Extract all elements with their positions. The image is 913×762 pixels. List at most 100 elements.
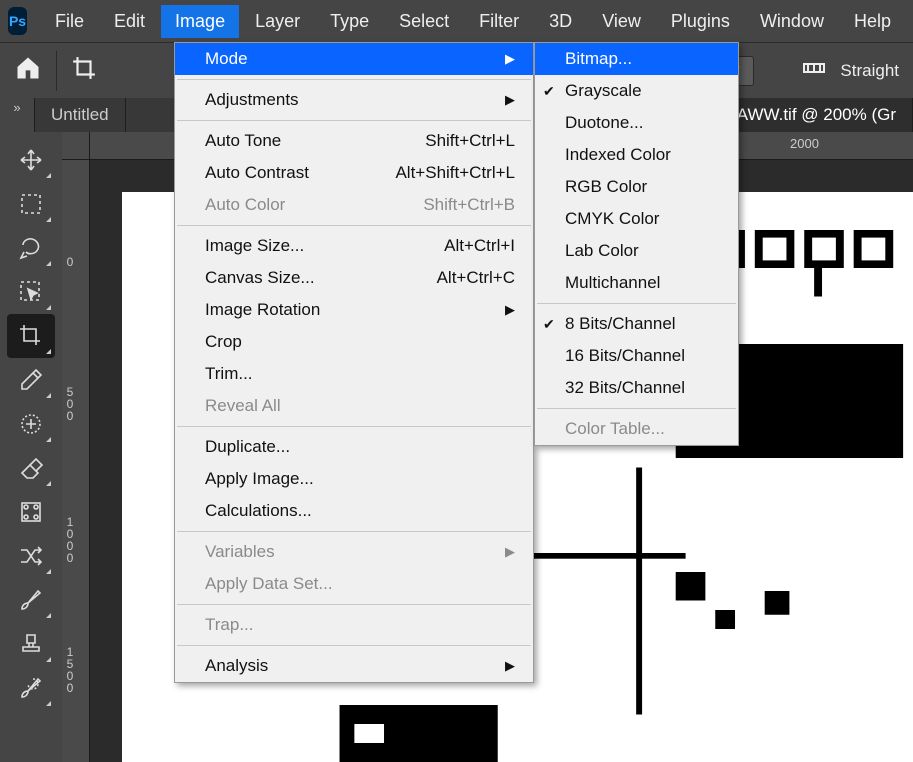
submenu-arrow-icon: ▶ — [465, 302, 515, 318]
image-menu-item: Variables▶ — [175, 536, 533, 568]
ruler-tick: 2000 — [790, 136, 819, 151]
submenu-arrow-icon: ▶ — [465, 92, 515, 108]
image-menu-item-label: Trim... — [205, 364, 253, 384]
mode-menu-item-label: Lab Color — [565, 241, 639, 261]
document-tab-label: Untitled — [51, 105, 109, 125]
move-tool[interactable] — [7, 138, 55, 182]
image-menu-separator — [177, 604, 531, 605]
eraser-tool[interactable] — [7, 446, 55, 490]
app-logo: Ps — [8, 7, 27, 35]
tool-strip — [0, 132, 62, 762]
image-menu-item[interactable]: Apply Image... — [175, 463, 533, 495]
image-menu-item[interactable]: Calculations... — [175, 495, 533, 527]
mode-menu-item[interactable]: Duotone... — [535, 107, 738, 139]
shortcut-label: Alt+Ctrl+I — [404, 236, 515, 256]
image-menu-item: Reveal All — [175, 390, 533, 422]
image-menu-item[interactable]: Mode▶ — [175, 43, 533, 75]
straighten-label[interactable]: Straight — [840, 61, 899, 81]
image-menu-item[interactable]: Analysis▶ — [175, 650, 533, 682]
healing-brush-tool[interactable] — [7, 402, 55, 446]
shortcut-label: Alt+Ctrl+C — [397, 268, 515, 288]
menu-3d[interactable]: 3D — [535, 5, 586, 38]
submenu-arrow-icon: ▶ — [465, 658, 515, 674]
mode-menu-item[interactable]: Bitmap... — [535, 43, 738, 75]
menu-window[interactable]: Window — [746, 5, 838, 38]
mode-menu-item-label: Multichannel — [565, 273, 660, 293]
image-menu-item-label: Image Rotation — [205, 300, 320, 320]
menu-view[interactable]: View — [588, 5, 655, 38]
mode-menu-separator — [537, 408, 736, 409]
home-icon[interactable] — [14, 54, 42, 87]
ruler-origin[interactable] — [62, 132, 90, 160]
history-brush-tool[interactable] — [7, 666, 55, 710]
image-menu-item-label: Canvas Size... — [205, 268, 315, 288]
eyedropper-tool[interactable] — [7, 358, 55, 402]
menu-image[interactable]: Image — [161, 5, 239, 38]
mode-menu-item[interactable]: 32 Bits/Channel — [535, 372, 738, 404]
crop-tool[interactable] — [7, 314, 55, 358]
mode-menu-item[interactable]: CMYK Color — [535, 203, 738, 235]
menu-select[interactable]: Select — [385, 5, 463, 38]
ruler-vertical[interactable]: 0 500 1000 1500 — [62, 160, 90, 762]
image-menu-item[interactable]: Canvas Size... Alt+Ctrl+C — [175, 262, 533, 294]
object-select-tool[interactable] — [7, 270, 55, 314]
menu-filter[interactable]: Filter — [465, 5, 533, 38]
image-menu-separator — [177, 79, 531, 80]
mode-menu-item-label: RGB Color — [565, 177, 647, 197]
image-menu-item-label: Auto Tone — [205, 131, 281, 151]
image-menu-item-label: Apply Image... — [205, 469, 314, 489]
panel-expand-handle[interactable]: » — [0, 98, 35, 132]
image-menu-item-label: Crop — [205, 332, 242, 352]
menu-file[interactable]: File — [41, 5, 98, 38]
mode-menu-item[interactable]: RGB Color — [535, 171, 738, 203]
check-icon: ✔ — [543, 83, 555, 100]
menubar: Ps FileEditImageLayerTypeSelectFilter3DV… — [0, 0, 913, 42]
image-menu-separator — [177, 426, 531, 427]
menu-edit[interactable]: Edit — [100, 5, 159, 38]
mode-menu-item[interactable]: Lab Color — [535, 235, 738, 267]
brush-tool[interactable] — [7, 578, 55, 622]
image-menu-item-label: Duplicate... — [205, 437, 290, 457]
lasso-tool[interactable] — [7, 226, 55, 270]
image-menu-item-label: Auto Color — [205, 195, 285, 215]
document-tab[interactable]: Untitled — [35, 98, 126, 132]
image-menu-item[interactable]: Auto ToneShift+Ctrl+L — [175, 125, 533, 157]
image-menu-item[interactable]: Image Size...Alt+Ctrl+I — [175, 230, 533, 262]
image-menu-item: Trap... — [175, 609, 533, 641]
image-menu-item-label: Apply Data Set... — [205, 574, 333, 594]
image-menu-item[interactable]: Trim... — [175, 358, 533, 390]
marquee-tool[interactable] — [7, 182, 55, 226]
menu-type[interactable]: Type — [316, 5, 383, 38]
image-menu-item[interactable]: Duplicate... — [175, 431, 533, 463]
image-menu-item[interactable]: Adjustments ▶ — [175, 84, 533, 116]
check-icon: ✔ — [543, 316, 555, 333]
menu-plugins[interactable]: Plugins — [657, 5, 744, 38]
image-menu-separator — [177, 120, 531, 121]
mode-menu-item[interactable]: ✔8 Bits/Channel — [535, 308, 738, 340]
shortcut-label: Shift+Ctrl+B — [383, 195, 515, 215]
menu-layer[interactable]: Layer — [241, 5, 314, 38]
mode-menu-item[interactable]: 16 Bits/Channel — [535, 340, 738, 372]
image-menu-separator — [177, 645, 531, 646]
image-menu-item[interactable]: Crop — [175, 326, 533, 358]
shuffle-tool[interactable] — [7, 534, 55, 578]
image-menu-item-label: Reveal All — [205, 396, 281, 416]
mode-menu-item-label: CMYK Color — [565, 209, 659, 229]
mode-menu-item[interactable]: Indexed Color — [535, 139, 738, 171]
image-menu-item[interactable]: Auto ContrastAlt+Shift+Ctrl+L — [175, 157, 533, 189]
image-menu-item: Auto Color Shift+Ctrl+B — [175, 189, 533, 221]
crop-icon[interactable] — [71, 55, 97, 86]
document-tab-active[interactable]: AWW.tif @ 200% (Gr — [720, 98, 913, 132]
image-menu-item-label: Trap... — [205, 615, 254, 635]
frame-tool[interactable] — [7, 490, 55, 534]
mode-menu-item-label: Bitmap... — [565, 49, 632, 69]
mode-menu-item[interactable]: Multichannel — [535, 267, 738, 299]
mode-menu-item[interactable]: ✔ Grayscale — [535, 75, 738, 107]
stamp-tool[interactable] — [7, 622, 55, 666]
image-menu: Mode▶Adjustments▶Auto ToneShift+Ctrl+LAu… — [174, 42, 534, 683]
image-menu-item[interactable]: Image Rotation ▶ — [175, 294, 533, 326]
image-menu-item-label: Adjustments — [205, 90, 299, 110]
straighten-icon[interactable] — [802, 56, 826, 85]
menu-help[interactable]: Help — [840, 5, 905, 38]
mode-menu-item-label: Grayscale — [565, 81, 642, 101]
